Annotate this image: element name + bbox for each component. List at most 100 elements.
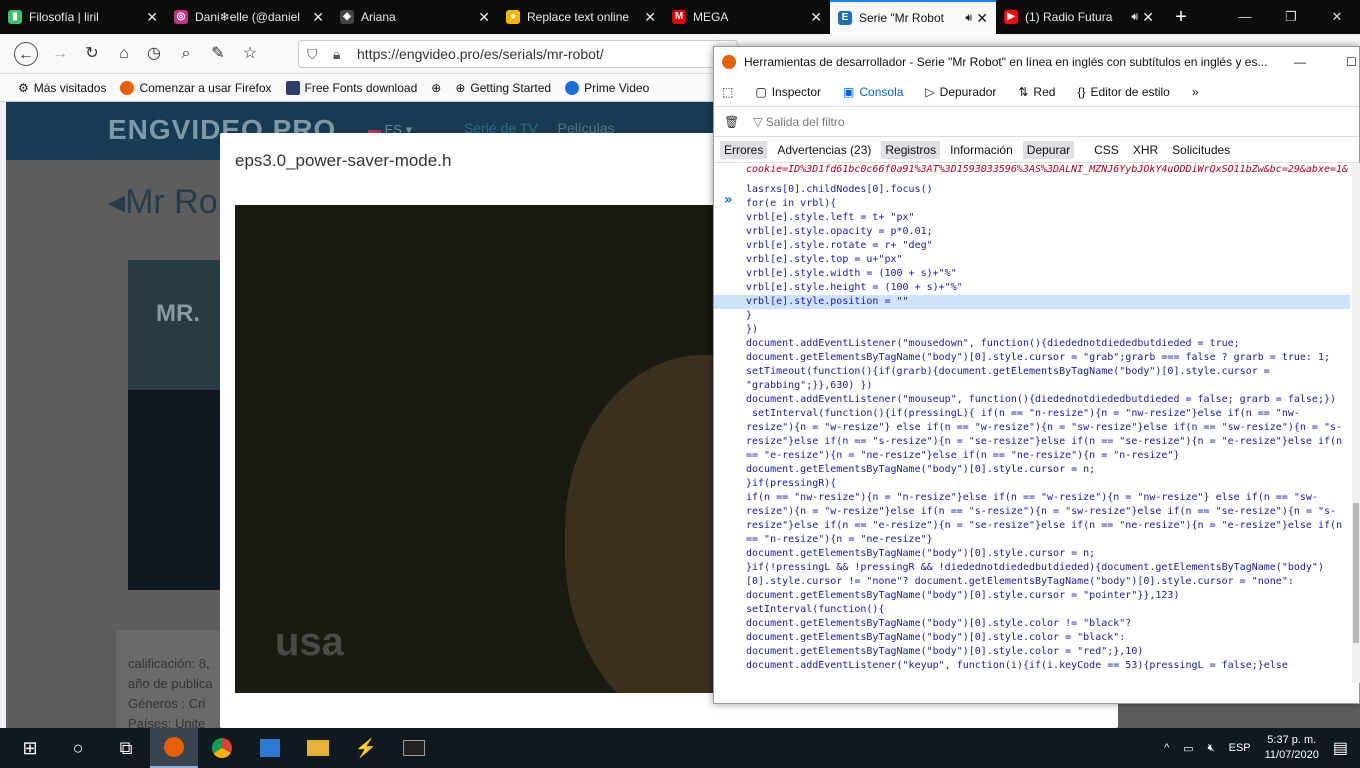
browser-tab[interactable]: ▮ Filosofía | liril ✕ <box>0 0 166 34</box>
system-tray: ^ ▭ 🔇︎ ESP 5:37 p. m. 11/07/2020 ▤ <box>1164 728 1348 768</box>
language-indicator[interactable]: ESP <box>1229 742 1251 754</box>
console-prompt-icon: » <box>724 192 733 208</box>
speaker-icon[interactable]: 🔊︎ <box>1131 11 1138 24</box>
maximize-button[interactable]: ☐ <box>1346 55 1357 69</box>
browser-tab[interactable]: ◎ Dani❄elle (@daniel ✕ <box>166 0 332 34</box>
browser-tab[interactable]: M MEGA ✕ <box>664 0 830 34</box>
browser-tab[interactable]: ◈ Ariana ✕ <box>332 0 498 34</box>
filter-category[interactable]: XHR <box>1129 141 1162 159</box>
code-line: }if(!pressingL && !pressingR && !diededn… <box>746 562 1324 573</box>
tab-debugger[interactable]: ▷ Depurador <box>925 85 996 99</box>
new-tab-button[interactable]: + <box>1162 0 1200 34</box>
close-tab-icon[interactable]: ✕ <box>1142 9 1154 26</box>
close-tab-icon[interactable]: ✕ <box>644 9 656 26</box>
code-line: setInterval(function(){ <box>746 604 885 615</box>
inspector-icon: ▢ <box>755 84 767 99</box>
tab-console[interactable]: ▣ Consola <box>843 85 903 99</box>
taskbar-explorer[interactable] <box>294 728 342 768</box>
close-tab-icon[interactable]: ✕ <box>976 10 988 27</box>
bookmark-firefox[interactable]: Comenzar a usar Firefox <box>120 80 272 95</box>
chevron-up-icon[interactable]: ^ <box>1164 742 1169 754</box>
code-line: vrbl[e].style.left = t+ "px" <box>746 212 915 223</box>
clock[interactable]: 5:37 p. m. 11/07/2020 <box>1265 733 1319 763</box>
back-button[interactable]: ← <box>14 42 38 66</box>
filter-category[interactable]: CSS <box>1090 141 1123 159</box>
close-tab-icon[interactable]: ✕ <box>810 9 822 26</box>
window-restore-button[interactable]: ❐ <box>1268 0 1314 34</box>
window-minimize-button[interactable]: — <box>1222 0 1268 34</box>
filter-category[interactable]: Solicitudes <box>1168 141 1234 159</box>
chrome-icon <box>212 738 232 758</box>
trash-icon[interactable]: 🗑︎ <box>724 115 739 129</box>
taskbar-app[interactable]: ⚡ <box>342 728 390 768</box>
minimize-button[interactable]: — <box>1294 55 1306 69</box>
volume-icon[interactable]: 🔇︎ <box>1208 742 1215 755</box>
tab-network[interactable]: ⇅ Red <box>1018 85 1055 99</box>
filter-placeholder: Salida del filtro <box>765 114 845 129</box>
element-picker-icon[interactable]: ⬚ <box>722 85 733 99</box>
tab-title: (1) Radio Futura <box>1025 10 1113 24</box>
bookmark-star-icon[interactable]: ☆ <box>238 42 262 66</box>
code-line: document.getElementsByTagName("body")[0]… <box>746 632 1126 643</box>
close-tab-icon[interactable]: ✕ <box>146 9 158 26</box>
browser-tab[interactable]: ● Replace text online ✕ <box>498 0 664 34</box>
globe-icon: ⊕ <box>431 80 442 95</box>
browser-tab[interactable]: E Serie "Mr Robot 🔊︎ ✕ <box>830 0 996 34</box>
code-line: document.getElementsByTagName("body")[0]… <box>746 646 1144 657</box>
reload-button[interactable]: ↻ <box>80 42 104 66</box>
network-icon: ⇅ <box>1018 84 1029 99</box>
devtools-window: Herramientas de desarrollador - Serie "M… <box>713 46 1360 704</box>
notifications-icon[interactable]: ▤ <box>1333 738 1348 758</box>
search-icon[interactable]: ⌕ <box>174 42 198 66</box>
task-view-button[interactable]: ⧉ <box>102 728 150 768</box>
code-line: vrbl[e].style.height = (100 + s)+"%" <box>746 282 963 293</box>
filter-category[interactable]: Información <box>946 141 1017 159</box>
bookmark-getting-started[interactable]: ⊕ Getting Started <box>455 81 551 95</box>
browser-tab[interactable]: ▶ (1) Radio Futura 🔊︎ ✕ <box>996 0 1162 34</box>
tab-inspector[interactable]: ▢ Inspector <box>755 85 821 99</box>
start-button[interactable]: ⊞ <box>6 728 54 768</box>
lock-icon: 🔒︎ <box>333 46 341 62</box>
close-tab-icon[interactable]: ✕ <box>478 9 490 26</box>
taskbar-chrome[interactable] <box>198 728 246 768</box>
code-line: resize"){n = "w-resize"}else if(n == "s-… <box>746 506 1337 517</box>
history-icon[interactable]: ◷ <box>142 42 166 66</box>
filter-category[interactable]: Errores <box>720 140 768 159</box>
close-tab-icon[interactable]: ✕ <box>312 9 324 26</box>
home-button[interactable]: ⌂ <box>112 42 136 66</box>
code-line: document.addEventListener("mouseup", fun… <box>746 394 1337 405</box>
code-line: document.getElementsByTagName("body")[0]… <box>746 352 1330 363</box>
search-button[interactable]: ○ <box>54 728 102 768</box>
filter-category[interactable]: Depurar <box>1022 140 1075 159</box>
bookmark-mas-visitados[interactable]: ⚙ Más visitados <box>18 81 106 95</box>
taskbar-firefox[interactable] <box>150 728 198 768</box>
console-output[interactable]: » cookie=ID%3D1fd61bc0c66f0a91%3AT%3D159… <box>714 163 1350 683</box>
bookmark-free-fonts[interactable]: Free Fonts download <box>285 80 417 95</box>
tools-icon[interactable]: ✎ <box>206 42 230 66</box>
window-close-button[interactable]: ✕ <box>1314 0 1360 34</box>
url-text: https://engvideo.pro/es/serials/mr-robot… <box>357 46 604 62</box>
forward-button[interactable]: → <box>48 42 72 66</box>
url-bar[interactable]: ⛉ 🔒︎ https://engvideo.pro/es/serials/mr-… <box>298 40 738 68</box>
tab-strip-spacer <box>1200 0 1222 34</box>
video-frame-face <box>565 355 715 693</box>
console-error-line: cookie=ID%3D1fd61bc0c66f0a91%3AT%3D15930… <box>746 164 1349 175</box>
scrollbar-thumb[interactable] <box>1353 503 1359 643</box>
filter-category[interactable]: Registros <box>881 140 941 159</box>
video-player[interactable]: usa <box>235 205 715 693</box>
tab-title: Filosofía | liril <box>29 10 99 24</box>
more-tabs-icon[interactable]: » <box>1192 85 1199 99</box>
filter-input[interactable]: ▽ Salida del filtro <box>753 115 844 129</box>
taskbar-terminal[interactable] <box>390 728 438 768</box>
taskbar-media[interactable] <box>246 728 294 768</box>
network-icon[interactable]: ▭ <box>1183 742 1193 755</box>
bookmark-globe[interactable]: ⊕ <box>431 81 441 95</box>
tab-style-editor[interactable]: {} Editor de estilo <box>1077 85 1169 99</box>
app-icon: ⚡ <box>354 737 378 758</box>
episode-title: eps3.0_power-saver-mode.h <box>235 151 452 170</box>
code-line: document.getElementsByTagName("body")[0]… <box>746 590 1180 601</box>
bookmark-prime-video[interactable]: Prime Video <box>565 80 649 95</box>
filter-category[interactable]: Advertencias (23) <box>773 141 875 159</box>
console-scrollbar[interactable] <box>1352 163 1360 683</box>
speaker-icon[interactable]: 🔊︎ <box>965 12 972 25</box>
